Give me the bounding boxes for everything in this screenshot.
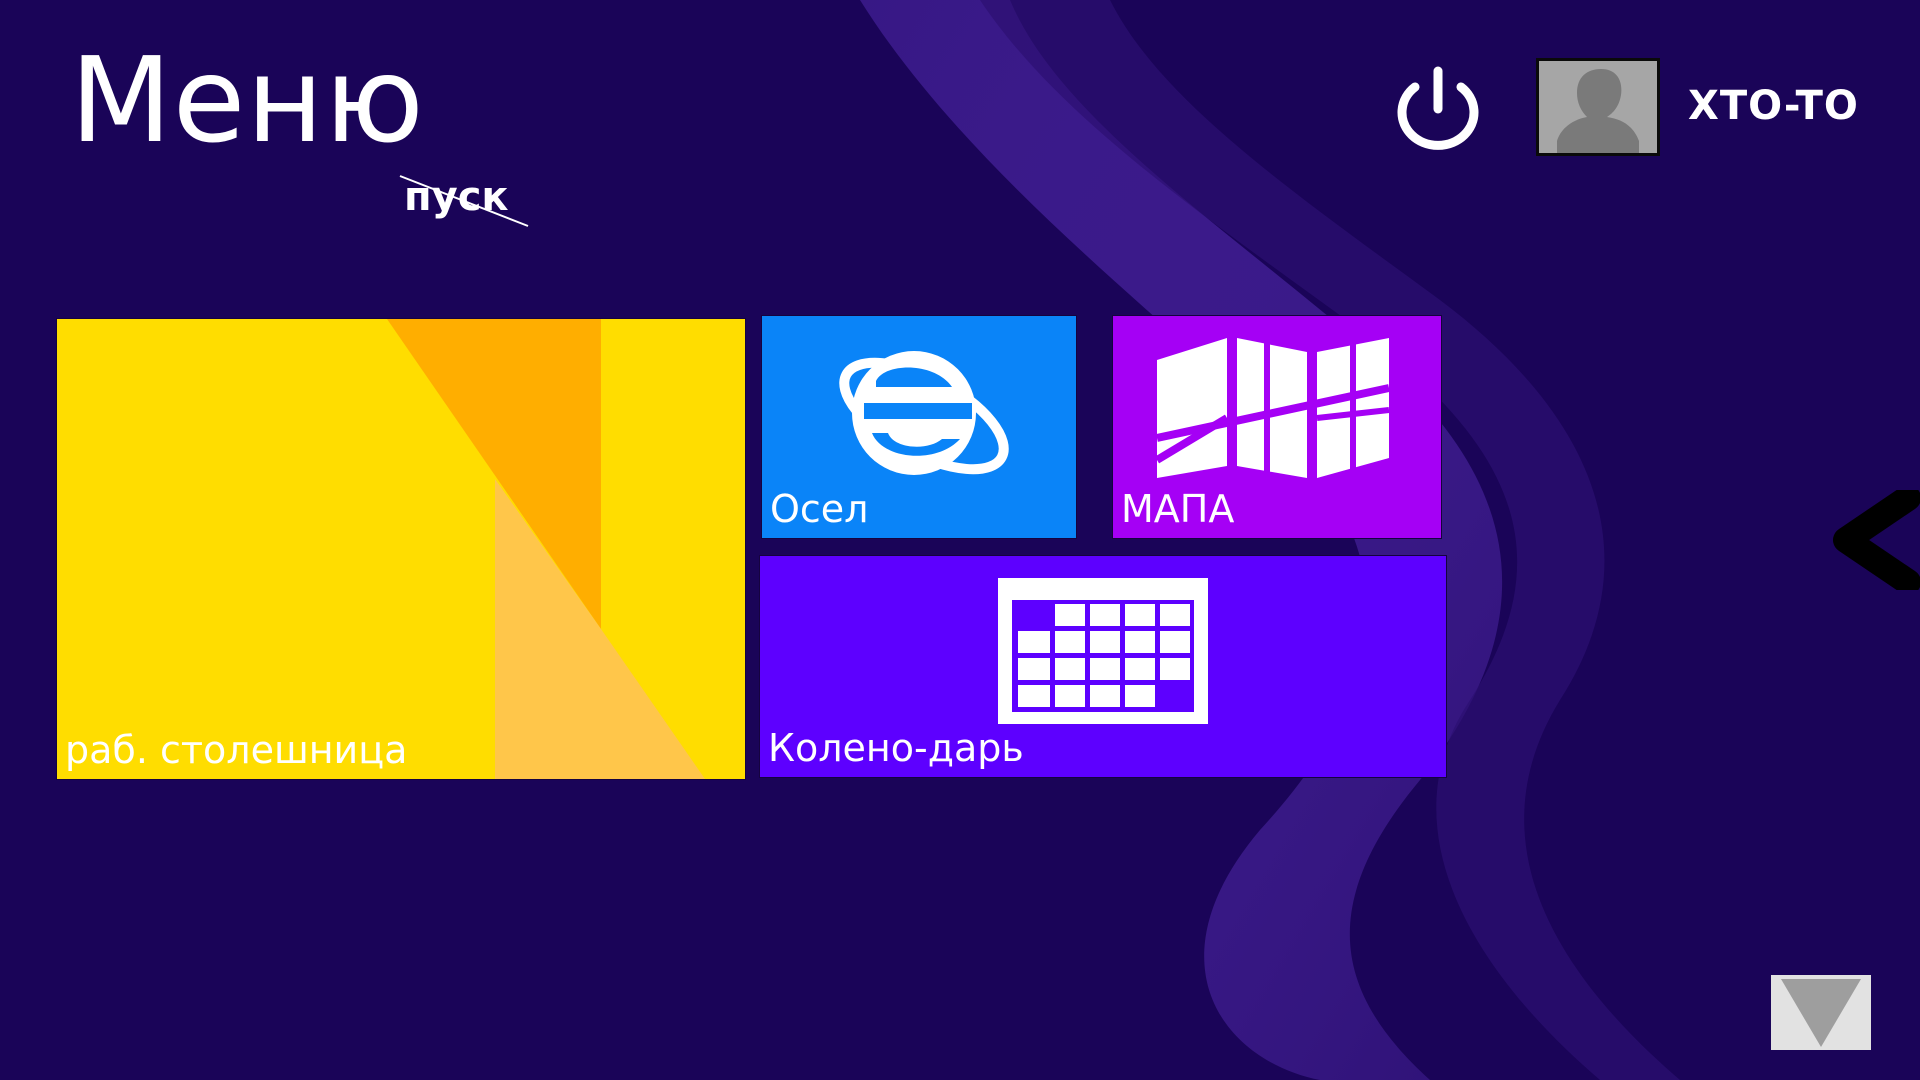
calendar-icon (998, 578, 1208, 724)
tile-label: Осел (770, 487, 869, 531)
power-button[interactable] (1385, 65, 1491, 151)
tile-label: раб. столешница (65, 728, 408, 772)
desktop-wallpaper-icon (387, 319, 705, 779)
chevron-left-icon (1833, 485, 1920, 595)
power-icon (1397, 66, 1479, 150)
page-title: Меню (70, 31, 425, 169)
strikethrough-line (399, 175, 529, 227)
user-avatar[interactable] (1536, 58, 1660, 156)
user-name: XTO-TO (1688, 83, 1859, 129)
tile-internet-explorer[interactable]: Осел (761, 315, 1077, 539)
tile-label: МАПА (1121, 487, 1235, 531)
internet-explorer-icon (839, 351, 1009, 475)
expand-button[interactable] (1820, 485, 1920, 595)
tile-label: Колено-дарь (768, 726, 1024, 770)
map-icon (1157, 338, 1390, 478)
scroll-down-button[interactable] (1771, 975, 1871, 1050)
tile-desktop[interactable]: раб. столешница (56, 318, 746, 780)
user-avatar-icon (1557, 69, 1639, 153)
tile-calendar[interactable]: Колено-дарь (759, 555, 1447, 778)
tile-maps[interactable]: МАПА (1112, 315, 1442, 539)
scroll-down-arrow-icon (1781, 979, 1861, 1047)
